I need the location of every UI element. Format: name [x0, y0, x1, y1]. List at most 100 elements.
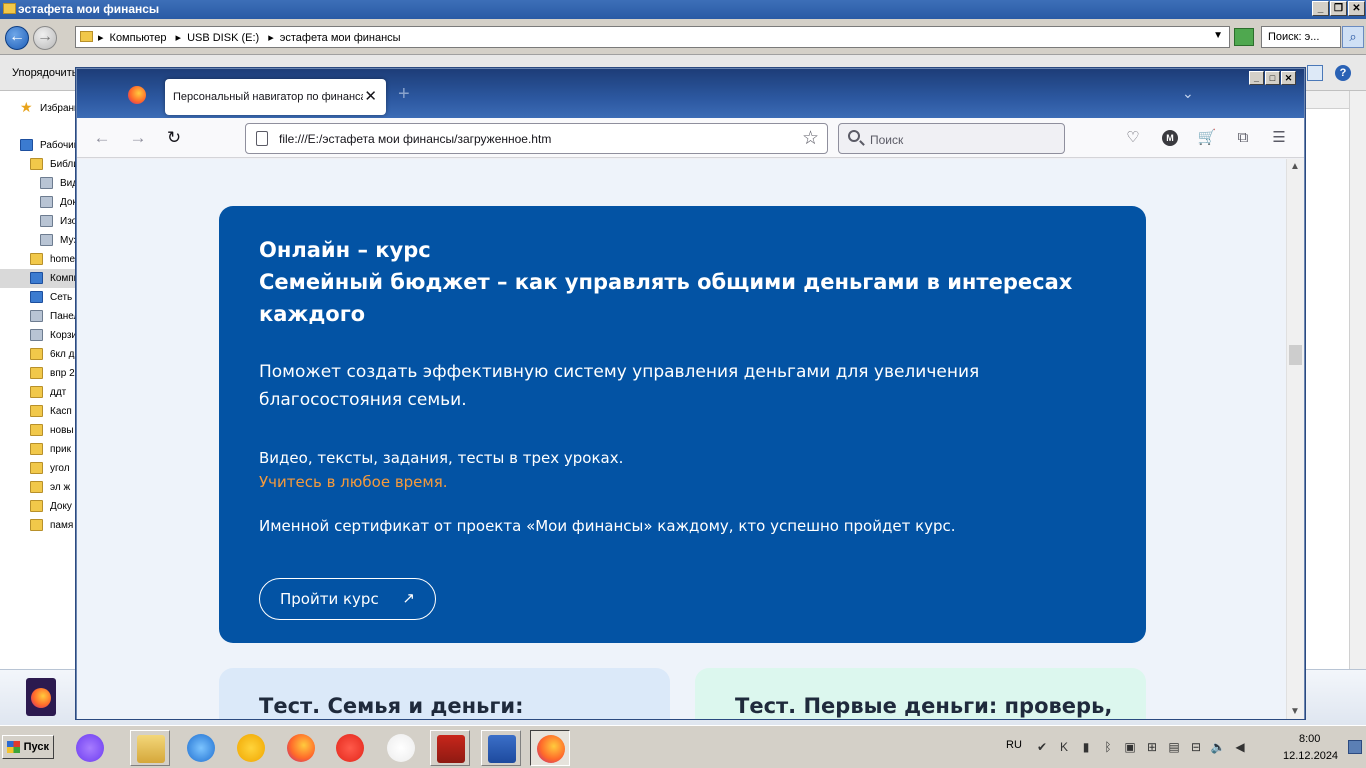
reload-icon[interactable]: ↻ — [162, 126, 186, 150]
show-desktop-icon[interactable] — [1348, 740, 1362, 754]
close-tab-icon[interactable]: ✕ — [364, 87, 377, 105]
extensions-icon[interactable]: ⧉ — [1233, 128, 1253, 148]
search-bar[interactable]: Поиск — [838, 123, 1065, 154]
new-tab-button[interactable]: + — [398, 83, 410, 106]
scroll-down-icon[interactable]: ▼ — [1290, 706, 1300, 717]
bluetooth-icon[interactable]: ᛒ — [1100, 739, 1116, 755]
kaspersky-icon[interactable]: K — [1056, 739, 1072, 755]
flash-drive-icon[interactable]: ▣ — [1122, 739, 1138, 755]
sidebar-item[interactable]: ★ Избранное — [0, 99, 78, 118]
taskbar-app-button[interactable] — [281, 730, 321, 766]
start-course-button[interactable]: Пройти курс ↗ — [259, 578, 436, 620]
sidebar-item[interactable]: Доку — [0, 497, 78, 516]
sidebar-item[interactable]: Панель управления — [0, 307, 78, 326]
device-icon[interactable]: ▤ — [1166, 739, 1182, 755]
sidebar-item[interactable]: Сеть — [0, 288, 78, 307]
taskbar-app-button[interactable] — [430, 730, 470, 766]
scroll-up-icon[interactable]: ▲ — [1290, 161, 1300, 172]
taskbar-app-button[interactable] — [330, 730, 370, 766]
language-indicator[interactable]: RU — [1006, 739, 1022, 751]
sidebar-item[interactable]: Рабочий стол — [0, 136, 78, 155]
tab-list-chevron-icon[interactable]: ⌄ — [1182, 85, 1194, 102]
sidebar-item[interactable]: home — [0, 250, 78, 269]
clock-date[interactable]: 12.12.2024 — [1283, 750, 1338, 762]
taskbar-app-button[interactable] — [181, 730, 221, 766]
firefox-window: Персональный навигатор по финансам ✕ + ⌄… — [76, 68, 1305, 719]
sidebar-item[interactable]: прик — [0, 440, 78, 459]
bookmark-star-icon[interactable]: ☆ — [802, 127, 819, 150]
video-icon — [40, 177, 53, 189]
back-button[interactable]: ← — [5, 26, 29, 50]
sidebar-item[interactable]: 6кл д — [0, 345, 78, 364]
sidebar-item[interactable]: памя — [0, 516, 78, 535]
minimize-button[interactable]: _ — [1249, 71, 1264, 85]
url-text[interactable]: file:///E:/эстафета мои финансы/загружен… — [279, 132, 551, 146]
start-button[interactable]: Пуск — [2, 735, 54, 759]
sidebar-item[interactable]: Библиотеки — [0, 155, 78, 174]
sidebar-item[interactable]: впр 2 — [0, 364, 78, 383]
taskbar-app-button[interactable] — [481, 730, 521, 766]
antivirus-icon[interactable]: ✔ — [1034, 739, 1050, 755]
organize-menu[interactable]: Упорядочить — [12, 67, 77, 79]
view-pane-icon[interactable] — [1307, 65, 1323, 81]
speaker-icon[interactable]: 🔈 — [1210, 739, 1226, 755]
refresh-icon[interactable] — [1234, 28, 1254, 46]
cart-icon[interactable]: 🛒 — [1197, 128, 1217, 148]
pocket-icon[interactable]: ♡ — [1123, 128, 1143, 148]
sidebar-item[interactable]: угол — [0, 459, 78, 478]
firefox-icon[interactable] — [128, 86, 146, 104]
taskbar-app-button[interactable] — [530, 730, 570, 766]
sidebar-item[interactable]: Документы — [0, 193, 78, 212]
page-scrollbar[interactable]: ▲ ▼ — [1286, 159, 1304, 719]
menu-icon[interactable]: ☰ — [1269, 128, 1289, 148]
taskbar-app-button[interactable] — [70, 730, 110, 766]
forward-button[interactable]: → — [33, 26, 57, 50]
close-button[interactable]: ✕ — [1281, 71, 1296, 85]
sidebar-item[interactable]: новы — [0, 421, 78, 440]
explorer-search-input[interactable]: Поиск: э... — [1261, 26, 1341, 48]
search-icon[interactable]: ⌕ — [1342, 26, 1364, 48]
back-arrow-icon[interactable]: ← — [90, 126, 114, 150]
sidebar-item[interactable]: Компьютер — [0, 269, 78, 288]
sidebar-item[interactable]: Изображения — [0, 212, 78, 231]
sidebar-item-label: угол — [50, 463, 70, 474]
restore-button[interactable]: ❐ — [1330, 1, 1347, 16]
taskbar-app-button[interactable] — [130, 730, 170, 766]
minimize-button[interactable]: _ — [1312, 1, 1329, 16]
breadcrumb-item[interactable]: USB DISK (E:) — [187, 32, 259, 44]
sidebar-item[interactable]: Музыка — [0, 231, 78, 250]
sidebar-item[interactable]: эл ж — [0, 478, 78, 497]
address-path[interactable]: ▸ Компьютер ▸ USB DISK (E:) ▸ эстафета мои … — [75, 26, 1230, 48]
chevron-down-icon[interactable]: ▼ — [1213, 30, 1223, 41]
sidebar-item-label: прик — [50, 444, 71, 455]
network-icon[interactable]: ⊟ — [1188, 739, 1204, 755]
breadcrumb-item[interactable]: Компьютер — [110, 32, 167, 44]
maximize-button[interactable]: □ — [1265, 71, 1280, 85]
window-icon[interactable]: ⊞ — [1144, 739, 1160, 755]
sidebar-item[interactable]: Касп — [0, 402, 78, 421]
taskbar-app-button[interactable] — [231, 730, 271, 766]
yandex-music-icon — [237, 734, 265, 762]
sidebar-item[interactable]: Видео — [0, 174, 78, 193]
forward-arrow-icon[interactable]: → — [126, 126, 150, 150]
test-card-first-money[interactable]: Тест. Первые деньги: проверь, — [695, 668, 1146, 719]
volume-icon[interactable]: ◀ — [1232, 739, 1248, 755]
windows-logo-icon — [7, 741, 20, 753]
url-bar[interactable]: file:///E:/эстафета мои финансы/загружен… — [245, 123, 828, 154]
library-icon — [30, 158, 43, 170]
signal-icon[interactable]: ▮ — [1078, 739, 1094, 755]
help-icon[interactable]: ? — [1335, 65, 1351, 81]
tab-active[interactable]: Персональный навигатор по финансам ✕ — [165, 79, 386, 115]
scroll-thumb[interactable] — [1289, 345, 1302, 365]
sidebar-item[interactable]: Корзина — [0, 326, 78, 345]
breadcrumb-item[interactable]: эстафета мои финансы — [280, 32, 401, 44]
page-content: Онлайн – курс Семейный бюджет – как упра… — [77, 159, 1286, 719]
sidebar-item-label: Доку — [50, 501, 72, 512]
test-card-family[interactable]: Тест. Семья и деньги: — [219, 668, 670, 719]
taskbar-app-button[interactable] — [381, 730, 421, 766]
close-button[interactable]: ✕ — [1348, 1, 1365, 16]
account-avatar[interactable]: M — [1162, 130, 1178, 146]
scrollbar[interactable] — [1349, 91, 1366, 669]
clock-time[interactable]: 8:00 — [1299, 733, 1320, 745]
sidebar-item[interactable]: ддт — [0, 383, 78, 402]
